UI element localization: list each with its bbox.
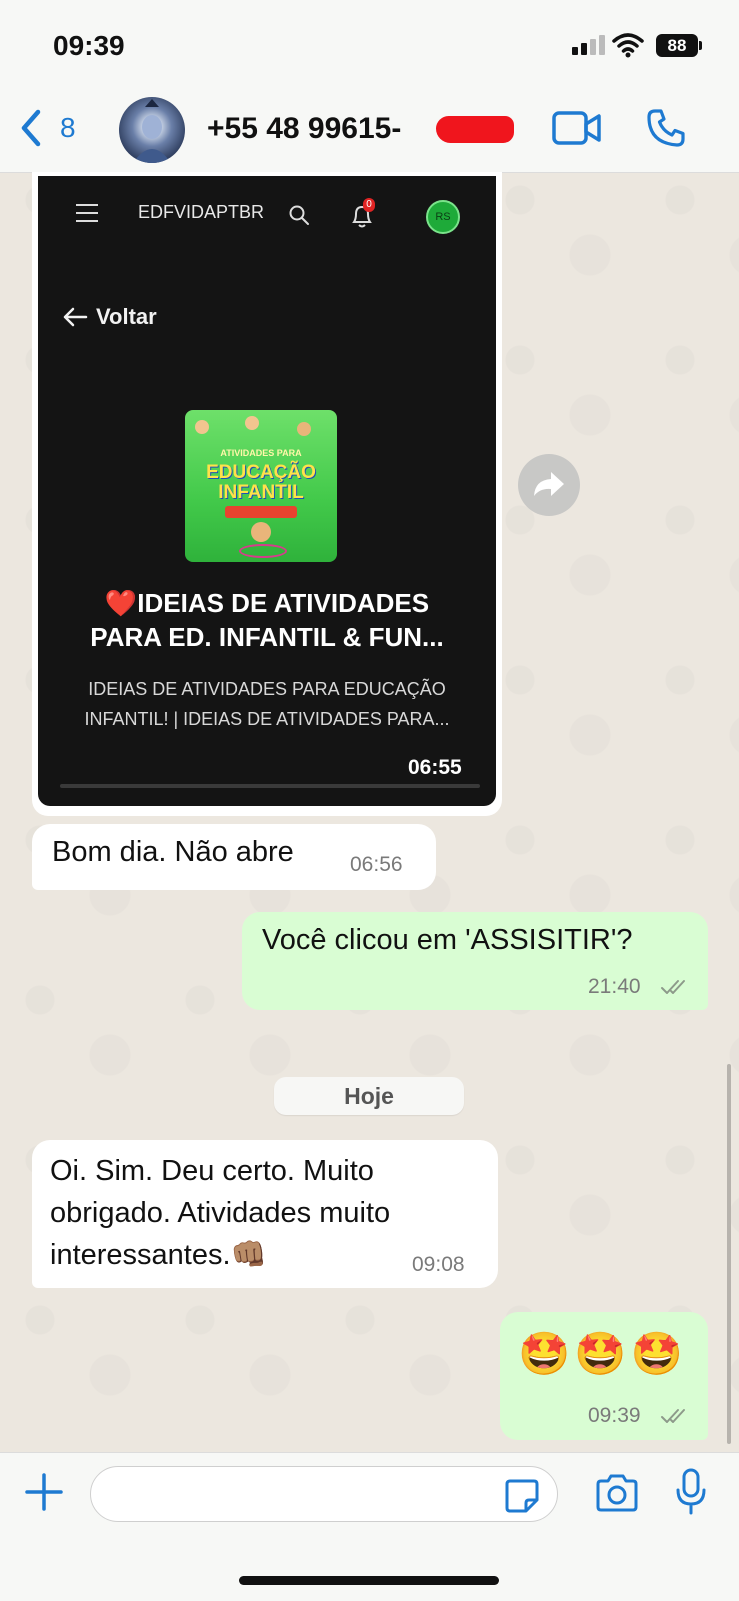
sticker-icon[interactable] <box>504 1478 540 1514</box>
thumbnail-line-3: INFANTIL <box>218 482 304 503</box>
wifi-icon <box>612 33 644 58</box>
phone-icon[interactable] <box>646 108 686 148</box>
link-preview-card[interactable]: EDFVIDAPTBR 0 RS Voltar ATIVIDADES PARA … <box>38 176 496 806</box>
video-call-icon[interactable] <box>552 110 602 146</box>
header-bar <box>0 0 739 173</box>
message-time: 09:08 <box>412 1253 465 1276</box>
home-indicator <box>239 1576 499 1585</box>
thumbnail-line-1: ATIVIDADES PARA <box>220 448 302 458</box>
site-name: EDFVIDAPTBR <box>138 202 265 222</box>
date-separator: Hoje <box>274 1077 464 1115</box>
battery-indicator: 88 <box>656 34 698 57</box>
menu-icon <box>76 204 98 228</box>
preview-description: IDEIAS DE ATIVIDADES PARA EDUCAÇÃO INFAN… <box>84 679 450 729</box>
read-receipt-icon <box>661 1409 685 1423</box>
read-receipt-icon <box>661 980 685 994</box>
camera-icon[interactable] <box>594 1474 640 1512</box>
preview-progress-bar <box>60 784 480 788</box>
message-text: Você clicou em 'ASSISITIR'? <box>262 924 633 956</box>
notification-badge: 0 <box>363 198 375 212</box>
arrow-left-icon <box>63 307 88 327</box>
avatar[interactable] <box>119 97 185 163</box>
thumbnail-line-2: EDUCAÇÃO <box>206 462 316 483</box>
plus-icon[interactable] <box>24 1472 64 1512</box>
back-link: Voltar <box>96 304 157 329</box>
contact-name[interactable]: +55 48 99615- <box>207 112 401 146</box>
forward-button[interactable] <box>518 454 580 516</box>
message-time: 21:40 <box>588 975 641 998</box>
message-text: Bom dia. Não abre <box>52 836 294 868</box>
message-time: 06:55 <box>408 756 462 779</box>
profile-avatar: RS <box>426 200 460 234</box>
forward-icon <box>534 472 564 496</box>
signal-icon <box>572 35 608 55</box>
back-chevron-icon[interactable] <box>16 108 46 148</box>
message-input[interactable] <box>90 1466 558 1522</box>
microphone-icon[interactable] <box>674 1468 708 1516</box>
unread-count[interactable]: 8 <box>60 112 76 144</box>
scrollbar[interactable] <box>727 1064 731 1444</box>
redaction-mark <box>436 116 514 143</box>
message-time: 06:56 <box>350 853 403 876</box>
thumbnail-ribbon <box>225 506 297 518</box>
search-icon <box>289 205 309 225</box>
message-time: 09:39 <box>588 1404 641 1427</box>
battery-tip <box>699 41 702 50</box>
preview-title: ❤️IDEIAS DE ATIVIDADES PARA ED. INFANTIL… <box>90 588 444 652</box>
preview-thumbnail: ATIVIDADES PARA EDUCAÇÃO INFANTIL <box>185 410 337 562</box>
status-time: 09:39 <box>53 30 125 61</box>
message-text: 🤩🤩🤩 <box>518 1330 687 1377</box>
